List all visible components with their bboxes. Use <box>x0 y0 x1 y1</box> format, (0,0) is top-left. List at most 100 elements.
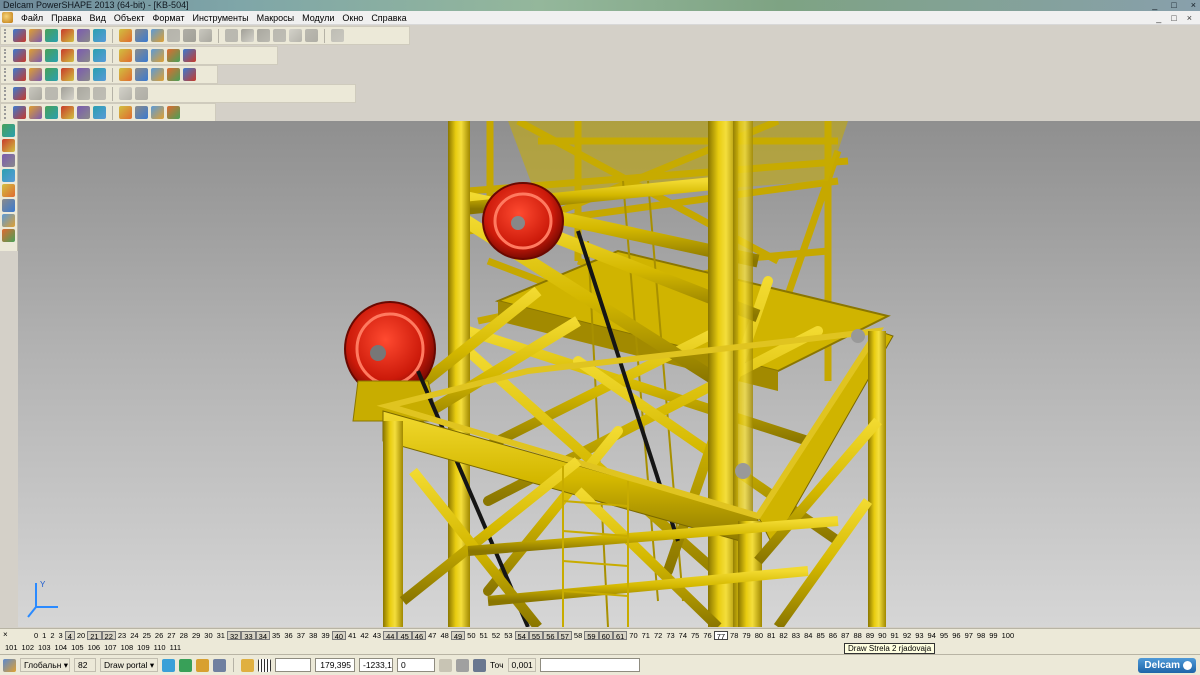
level-2[interactable]: 2 <box>48 631 56 640</box>
memo-icon[interactable] <box>456 658 469 672</box>
extrude-icon[interactable] <box>93 87 106 100</box>
level-95[interactable]: 95 <box>938 631 950 640</box>
level-104[interactable]: 104 <box>53 643 70 652</box>
tolerance-icon[interactable] <box>473 658 486 672</box>
axis-icon[interactable] <box>29 106 42 119</box>
level-82[interactable]: 82 <box>777 631 789 640</box>
crane-model[interactable]: Y <box>18 121 1200 627</box>
level-41[interactable]: 41 <box>346 631 358 640</box>
solid-icon[interactable] <box>29 68 42 81</box>
paste-icon[interactable] <box>135 29 148 42</box>
level-77[interactable]: 77 <box>713 631 729 641</box>
circle-icon[interactable] <box>257 29 270 42</box>
level-number-field[interactable]: 82 <box>74 658 96 672</box>
level-35[interactable]: 35 <box>270 631 282 640</box>
rotate-icon[interactable] <box>119 49 132 62</box>
line-icon[interactable] <box>241 29 254 42</box>
zoom-icon[interactable] <box>77 49 90 62</box>
text-icon[interactable] <box>289 29 302 42</box>
sweep-icon[interactable] <box>2 184 15 197</box>
level-47[interactable]: 47 <box>426 631 438 640</box>
menu-file[interactable]: Файл <box>17 13 47 23</box>
level-23[interactable]: 23 <box>116 631 128 640</box>
feature-icon[interactable] <box>61 106 74 119</box>
level-88[interactable]: 88 <box>851 631 863 640</box>
mdi-close-button[interactable]: × <box>1187 13 1192 23</box>
drop-icon[interactable] <box>167 106 180 119</box>
level-94[interactable]: 94 <box>926 631 938 640</box>
blank-field[interactable] <box>275 658 311 672</box>
coord-y-field[interactable]: -1233,1 <box>359 658 393 672</box>
level-72[interactable]: 72 <box>652 631 664 640</box>
calculator-icon[interactable] <box>439 658 452 672</box>
gear-icon[interactable] <box>93 106 106 119</box>
toolbar-grip[interactable] <box>4 68 8 81</box>
level-22[interactable]: 22 <box>101 631 116 641</box>
level-3[interactable]: 3 <box>57 631 65 640</box>
cube-icon[interactable] <box>29 87 42 100</box>
sphere-icon[interactable] <box>167 49 180 62</box>
select-icon[interactable] <box>199 29 212 42</box>
level-54[interactable]: 54 <box>514 631 529 641</box>
level-78[interactable]: 78 <box>728 631 740 640</box>
command-field[interactable] <box>539 658 640 672</box>
level-30[interactable]: 30 <box>202 631 214 640</box>
solid-cube-icon[interactable] <box>45 106 58 119</box>
level-87[interactable]: 87 <box>839 631 851 640</box>
level-71[interactable]: 71 <box>640 631 652 640</box>
level-92[interactable]: 92 <box>901 631 913 640</box>
level-21[interactable]: 21 <box>87 631 102 641</box>
snap-mode-icon[interactable] <box>179 658 192 672</box>
toolbar-grip[interactable] <box>4 87 8 100</box>
menu-tools[interactable]: Инструменты <box>188 13 252 23</box>
box-icon[interactable] <box>167 68 180 81</box>
level-4[interactable]: 4 <box>64 631 75 641</box>
level-33[interactable]: 33 <box>241 631 256 641</box>
block-icon[interactable] <box>13 87 26 100</box>
app-icon[interactable] <box>2 12 13 23</box>
level-111[interactable]: 111 <box>168 643 183 652</box>
level-80[interactable]: 80 <box>753 631 765 640</box>
level-93[interactable]: 93 <box>913 631 925 640</box>
level-53[interactable]: 53 <box>502 631 514 640</box>
level-name-select[interactable]: Draw portal ▾ <box>100 658 158 672</box>
level-36[interactable]: 36 <box>282 631 294 640</box>
grid-icon[interactable] <box>258 658 271 672</box>
shield-icon[interactable] <box>183 68 196 81</box>
level-31[interactable]: 31 <box>215 631 227 640</box>
level-46[interactable]: 46 <box>411 631 427 641</box>
level-90[interactable]: 90 <box>876 631 888 640</box>
fillet-icon[interactable] <box>2 199 15 212</box>
level-51[interactable]: 51 <box>478 631 490 640</box>
arrow-icon[interactable] <box>135 68 148 81</box>
level-59[interactable]: 59 <box>584 631 599 641</box>
toolbar-grip[interactable] <box>4 29 8 42</box>
boolean-icon[interactable] <box>135 87 148 100</box>
level-39[interactable]: 39 <box>319 631 331 640</box>
level-37[interactable]: 37 <box>295 631 307 640</box>
view-top-icon[interactable] <box>29 49 42 62</box>
pan-icon[interactable] <box>93 49 106 62</box>
sphere-red-icon[interactable] <box>93 68 106 81</box>
level-56[interactable]: 56 <box>543 631 558 641</box>
revolve-icon[interactable] <box>119 87 132 100</box>
new-icon[interactable] <box>13 29 26 42</box>
solid-tool-icon[interactable] <box>2 154 15 167</box>
level-102[interactable]: 102 <box>20 643 37 652</box>
level-29[interactable]: 29 <box>190 631 202 640</box>
level-61[interactable]: 61 <box>612 631 628 641</box>
grid-snap-icon[interactable] <box>196 658 209 672</box>
tree-icon[interactable] <box>119 106 132 119</box>
level-73[interactable]: 73 <box>664 631 676 640</box>
level-76[interactable]: 76 <box>701 631 713 640</box>
level-48[interactable]: 48 <box>438 631 450 640</box>
redo-icon[interactable] <box>183 29 196 42</box>
level-0[interactable]: 0 <box>32 631 40 640</box>
toolbar-grip[interactable] <box>4 106 8 119</box>
toolbar-grip[interactable] <box>4 49 8 62</box>
level-105[interactable]: 105 <box>69 643 86 652</box>
fit-icon[interactable] <box>135 49 148 62</box>
level-107[interactable]: 107 <box>102 643 119 652</box>
level-50[interactable]: 50 <box>465 631 477 640</box>
level-24[interactable]: 24 <box>128 631 140 640</box>
